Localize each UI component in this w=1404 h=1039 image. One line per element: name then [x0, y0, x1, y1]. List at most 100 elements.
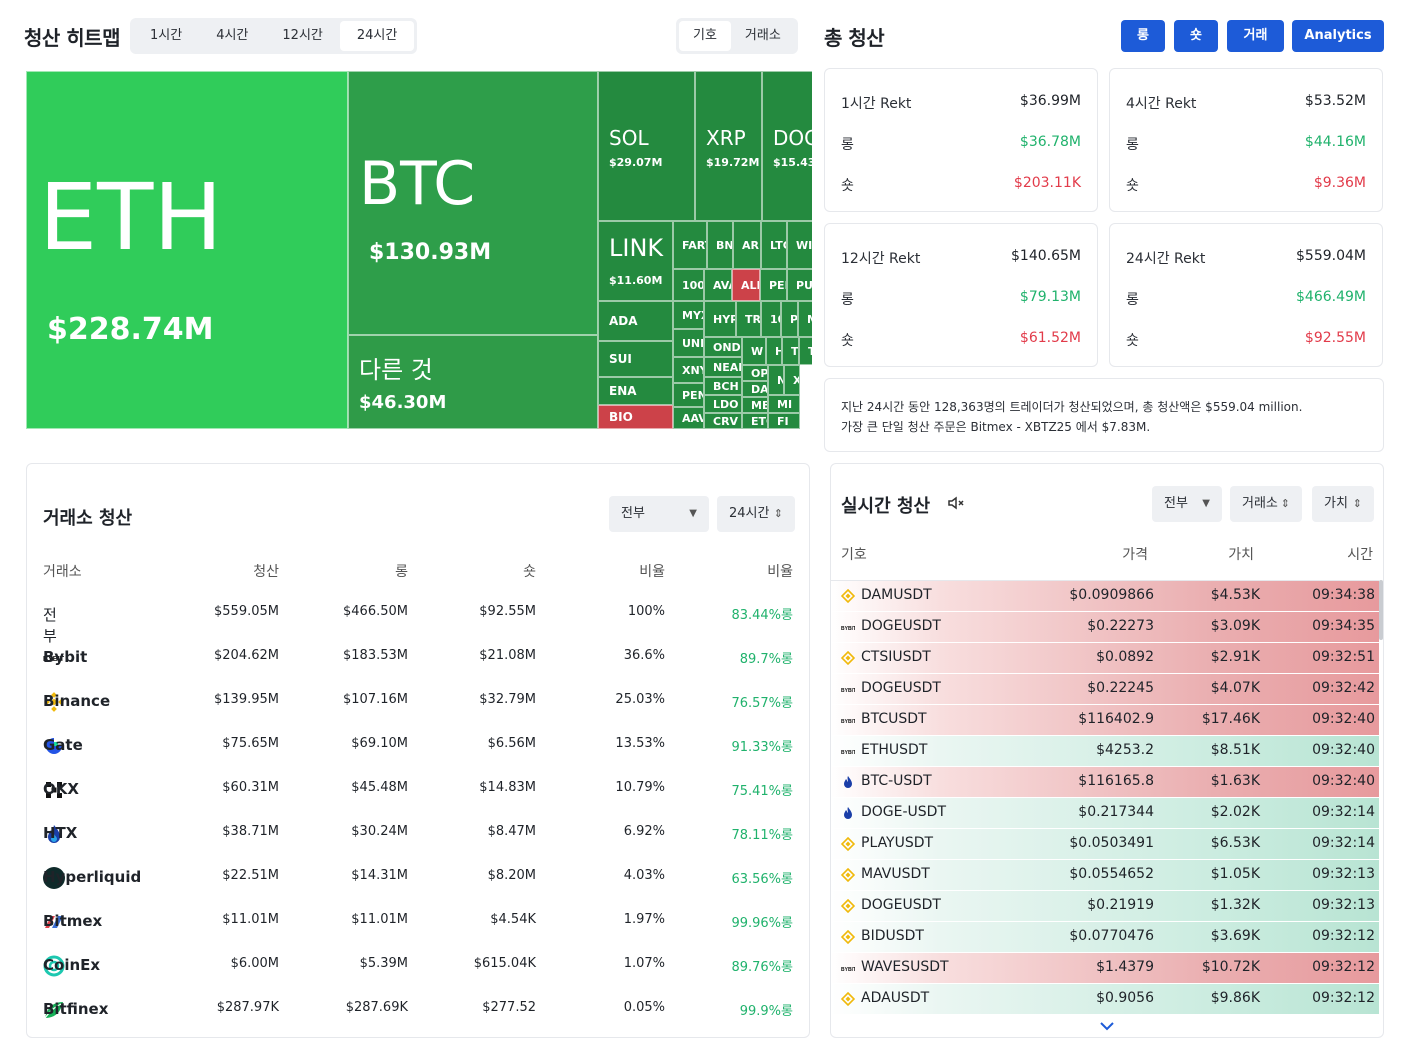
- realtime-price: $0.0892: [1096, 649, 1154, 665]
- heatmap-cell-small[interactable]: ENA: [598, 377, 673, 405]
- col-total[interactable]: 청산: [253, 561, 279, 581]
- short-button[interactable]: 숏: [1174, 20, 1218, 52]
- chevron-down-icon[interactable]: [1099, 1019, 1115, 1035]
- heatmap-cell-xrp[interactable]: XRP $19.72M: [695, 71, 762, 221]
- realtime-row[interactable]: BYBIT DOGEUSDT $0.22273 $3.09K 09:34:35: [831, 612, 1379, 643]
- heatmap-cell-small[interactable]: BNB: [707, 221, 733, 269]
- realtime-row[interactable]: DOGE-USDT $0.217344 $2.02K 09:32:14: [831, 798, 1379, 829]
- realtime-filter-exchange[interactable]: 거래소 ⇕: [1230, 486, 1302, 522]
- heatmap-cell-small[interactable]: HYPE: [704, 301, 736, 337]
- exchange-table-row[interactable]: Bitmex $11.01M $11.01M $4.54K 1.97% 99.96%롱: [43, 912, 793, 934]
- col-short[interactable]: 숏: [523, 561, 536, 581]
- heatmap-cell-link[interactable]: LINK $11.60M: [598, 221, 673, 301]
- tab-12h[interactable]: 12시간: [265, 21, 339, 51]
- realtime-row[interactable]: BYBIT BTCUSDT $116402.9 $17.46K 09:32:40: [831, 705, 1379, 736]
- exchange-table-row[interactable]: Gate $75.65M $69.10M $6.56M 13.53% 91.33%롱: [43, 736, 793, 758]
- heatmap-cell-small[interactable]: ADA: [598, 301, 673, 341]
- exchange-table-row[interactable]: 전부 $559.05M $466.50M $92.55M 100% 83.44%롱: [43, 604, 793, 645]
- heatmap-cell-sol[interactable]: SOL $29.07M: [598, 71, 695, 221]
- heatmap-cell-small[interactable]: FARTCOIN: [673, 221, 707, 269]
- realtime-row[interactable]: BYBIT WAVESUSDT $1.4379 $10.72K 09:32:12: [831, 953, 1379, 984]
- exchange-filter-select[interactable]: 전부 ▼: [609, 496, 709, 532]
- heatmap-cell-small[interactable]: H: [766, 337, 782, 365]
- exchange-table-row[interactable]: CoinEx $6.00M $5.39M $615.04K 1.07% 89.76%롱: [43, 955, 793, 978]
- col-ratio[interactable]: 비율: [767, 561, 793, 581]
- realtime-row[interactable]: BYBIT ETHUSDT $4253.2 $8.51K 09:32:40: [831, 736, 1379, 767]
- realtime-row[interactable]: CTSIUSDT $0.0892 $2.91K 09:32:51: [831, 643, 1379, 674]
- heatmap-cell-small[interactable]: OP: [742, 365, 768, 381]
- heatmap-cell-small[interactable]: XNY: [673, 357, 704, 383]
- exchange-table-row[interactable]: Binance $139.95M $107.16M $32.79M 25.03% 76.5…: [43, 692, 793, 714]
- heatmap-cell-eth[interactable]: ETH $228.74M: [26, 71, 348, 429]
- realtime-row[interactable]: PLAYUSDT $0.0503491 $6.53K 09:32:14: [831, 829, 1379, 860]
- exchange-table-row[interactable]: OKX $60.31M $45.48M $14.83M 10.79% 75.41%롱: [43, 780, 793, 802]
- realtime-filter-all[interactable]: 전부 ▼: [1152, 486, 1222, 522]
- heatmap-cell-small[interactable]: PUMP: [787, 269, 812, 301]
- realtime-row[interactable]: BYBIT DOGEUSDT $0.22245 $4.07K 09:32:42: [831, 674, 1379, 705]
- exchange-table-row[interactable]: BYBIT Bybit $204.62M $183.53M $21.08M 36.6% 89…: [43, 648, 793, 670]
- heatmap-cell-btc[interactable]: BTC $130.93M: [348, 71, 598, 335]
- heatmap-cell-small[interactable]: ARB: [733, 221, 761, 269]
- heatmap-cell-small[interactable]: ME: [742, 397, 768, 413]
- heatmap-cell-small[interactable]: LTC: [761, 221, 787, 269]
- heatmap-cell-small[interactable]: 10: [761, 301, 781, 337]
- tab-symbol[interactable]: 기호: [679, 21, 731, 51]
- heatmap-cell-small[interactable]: CRV: [704, 413, 742, 429]
- heatmap-cell-small[interactable]: AAVE: [673, 407, 704, 429]
- heatmap-cell-small[interactable]: PENDLE: [760, 269, 787, 301]
- heatmap-cell-other[interactable]: 다른 것 $46.30M: [348, 335, 598, 429]
- heatmap-cell-small[interactable]: UNI: [673, 329, 704, 357]
- col-exchange[interactable]: 거래소: [43, 561, 82, 581]
- analytics-button[interactable]: Analytics: [1292, 20, 1384, 52]
- tab-4h[interactable]: 4시간: [199, 21, 265, 51]
- heatmap-cell-small[interactable]: DA: [742, 381, 768, 397]
- heatmap-cell-small[interactable]: MI: [768, 395, 800, 413]
- heatmap-cell-small[interactable]: BCH: [704, 377, 742, 395]
- tab-exchange[interactable]: 거래소: [731, 21, 795, 51]
- heatmap-cell-small[interactable]: BIO: [598, 405, 673, 429]
- tab-1h[interactable]: 1시간: [133, 21, 199, 51]
- heatmap-cell-small[interactable]: 1000PEPE: [673, 269, 704, 301]
- heatmap-cell-small[interactable]: LDO: [704, 395, 742, 413]
- heatmap-cell-small[interactable]: MYX: [673, 301, 704, 329]
- tab-24h[interactable]: 24시간: [339, 21, 415, 51]
- heatmap-cell-doge[interactable]: DOGE $15.43M: [762, 71, 812, 221]
- long-button[interactable]: 롱: [1121, 20, 1165, 52]
- heatmap-cell-small[interactable]: X: [784, 365, 800, 395]
- heatmap-cell-small[interactable]: N: [768, 365, 784, 395]
- realtime-filter-value[interactable]: 가치 ⇕: [1312, 486, 1374, 522]
- heatmap-cell-small[interactable]: PENGU: [673, 383, 704, 407]
- realtime-scrollbar[interactable]: [1379, 580, 1383, 640]
- realtime-row[interactable]: DOGEUSDT $0.21919 $1.32K 09:32:13: [831, 891, 1379, 922]
- heatmap-cell-small[interactable]: ETC: [742, 413, 768, 429]
- heatmap-cell-small[interactable]: NEAR: [704, 357, 742, 377]
- heatmap-cell-small[interactable]: T: [782, 337, 799, 365]
- heatmap-cell-small[interactable]: WIF: [787, 221, 812, 269]
- heatmap-cell-small[interactable]: FI: [768, 413, 800, 429]
- heatmap-cell-small[interactable]: ONDO: [704, 337, 742, 357]
- trade-button[interactable]: 거래: [1227, 20, 1284, 52]
- realtime-list[interactable]: DAMUSDT $0.0909866 $4.53K 09:34:38 BYBIT DOGE…: [831, 580, 1379, 1019]
- heatmap-cell-small[interactable]: M: [798, 301, 812, 337]
- heatmap-cell-small[interactable]: TRX: [736, 301, 761, 337]
- realtime-row[interactable]: DAMUSDT $0.0909866 $4.53K 09:34:38: [831, 581, 1379, 612]
- heatmap-cell-small[interactable]: AVAX: [704, 269, 732, 301]
- realtime-row[interactable]: MAVUSDT $0.0554652 $1.05K 09:32:13: [831, 860, 1379, 891]
- heatmap-cell-small[interactable]: P: [781, 301, 798, 337]
- exchange-period-select[interactable]: 24시간 ⇕: [717, 496, 795, 532]
- heatmap-cell-small[interactable]: SUI: [598, 341, 673, 377]
- realtime-row[interactable]: BIDUSDT $0.0770476 $3.69K 09:32:12: [831, 922, 1379, 953]
- col-share[interactable]: 비율: [639, 561, 665, 581]
- realtime-row[interactable]: ADAUSDT $0.9056 $9.86K 09:32:12: [831, 984, 1379, 1015]
- heatmap-cell-small[interactable]: T: [799, 337, 812, 365]
- heatmap-cell-small[interactable]: W: [742, 337, 766, 365]
- exchange-table-row[interactable]: Bitfinex $287.97K $287.69K $277.52 0.05% 99.9…: [43, 1000, 793, 1022]
- exchange-table-row[interactable]: Hyperliquid $22.51M $14.31M $8.20M 4.03% 63.5…: [43, 867, 793, 890]
- rekt-short-value: $61.52M: [1019, 330, 1081, 346]
- exchange-short-cell: $4.54K: [490, 912, 536, 927]
- mute-speaker-icon[interactable]: [947, 494, 965, 516]
- exchange-table-row[interactable]: HTX $38.71M $30.24M $8.47M 6.92% 78.11%롱: [43, 824, 793, 846]
- heatmap-cell-small[interactable]: ALL: [732, 269, 760, 301]
- col-long[interactable]: 롱: [395, 561, 408, 581]
- realtime-row[interactable]: BTC-USDT $116165.8 $1.63K 09:32:40: [831, 767, 1379, 798]
